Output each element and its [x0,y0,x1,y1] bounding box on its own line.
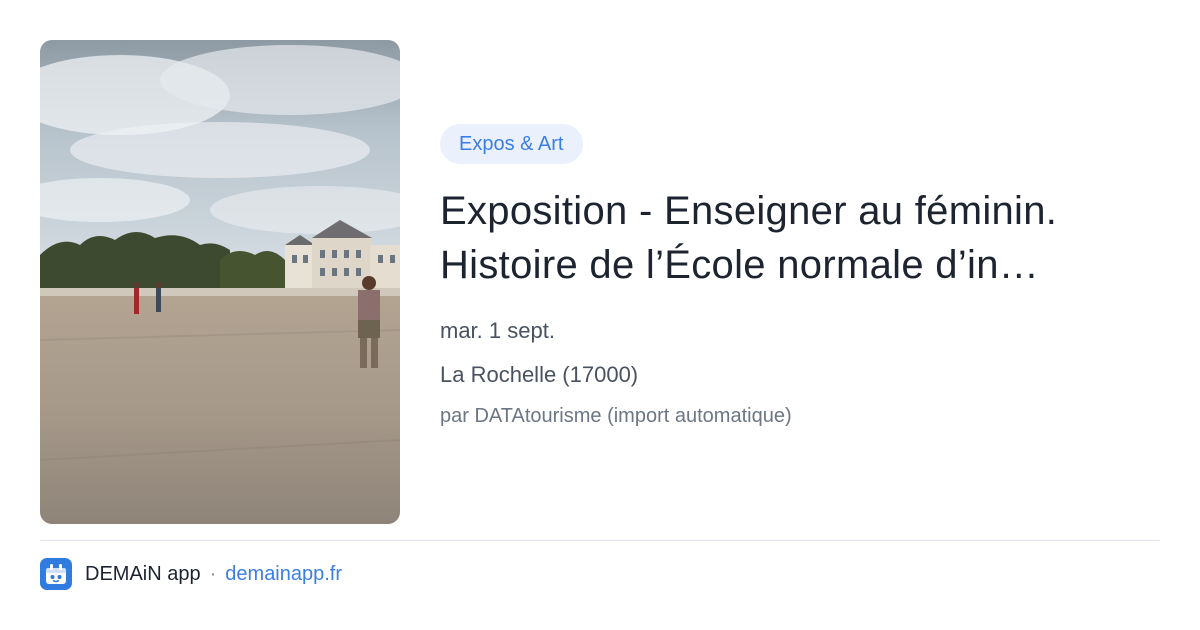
domain-link[interactable]: demainapp.fr [225,563,342,586]
event-title[interactable]: Exposition - Enseigner au féminin. Histo… [440,184,1160,292]
event-details: Expos & Art Exposition - Enseigner au fé… [440,124,1160,428]
event-title-line-2: Histoire de l’École normale d’in… [440,243,1040,287]
app-name: DEMAiN app [85,562,201,585]
event-photo[interactable] [40,40,400,524]
footer-divider [40,540,1160,541]
event-date: mar. 1 sept. [440,318,555,343]
demain-app-logo-icon [40,558,72,590]
footer: DEMAiN app · demainapp.fr [40,558,342,590]
category-badge[interactable]: Expos & Art [440,124,583,164]
event-source: par DATAtourisme (import automatique) [440,405,792,427]
footer-separator: · [209,562,217,585]
event-title-line-1: Exposition - Enseigner au féminin. [440,189,1058,233]
event-location: La Rochelle (17000) [440,362,639,387]
